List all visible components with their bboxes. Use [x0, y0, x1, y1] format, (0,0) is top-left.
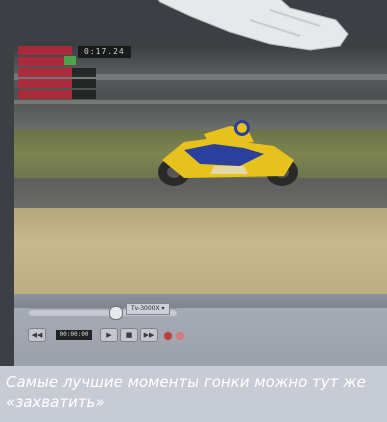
video-player-panel: Tv-3000X ▾ ◀◀ 00:00:00 ▶ ■ ▶▶: [14, 294, 387, 366]
caption-text: Самые лучшие моменты гонки можно тут же …: [6, 373, 366, 411]
source-select[interactable]: Tv-3000X ▾: [126, 303, 170, 315]
photo-frame: 0:17.24 Tv-3000X ▾ ◀◀ 00:00:00 ▶ ■ ▶▶: [0, 0, 387, 366]
seek-thumb[interactable]: [109, 306, 123, 320]
overlay-row: [18, 79, 72, 88]
caption: Самые лучшие моменты гонки можно тут же …: [0, 366, 387, 422]
overlay-cell: [72, 90, 96, 99]
overlay-cell: [72, 79, 96, 88]
overlay-row: [18, 90, 72, 99]
record-indicator: [176, 332, 184, 340]
time-display: 00:00:00: [56, 330, 92, 340]
fast-forward-button[interactable]: ▶▶: [140, 328, 158, 342]
record-button[interactable]: [164, 332, 172, 340]
stop-button[interactable]: ■: [120, 328, 138, 342]
hand-image: [157, 0, 349, 51]
scene-sand: [14, 208, 387, 294]
player-title-bar: [14, 294, 387, 308]
overlay-row: [18, 46, 72, 55]
motorcycle-rider: [158, 120, 298, 186]
flag-green-icon: [64, 56, 76, 65]
race-timer: 0:17.24: [78, 46, 131, 58]
overlay-cell: [72, 68, 96, 77]
overlay-row: [18, 68, 72, 77]
play-button[interactable]: ▶: [100, 328, 118, 342]
rewind-button[interactable]: ◀◀: [28, 328, 46, 342]
video-frame: 0:17.24: [14, 44, 387, 294]
